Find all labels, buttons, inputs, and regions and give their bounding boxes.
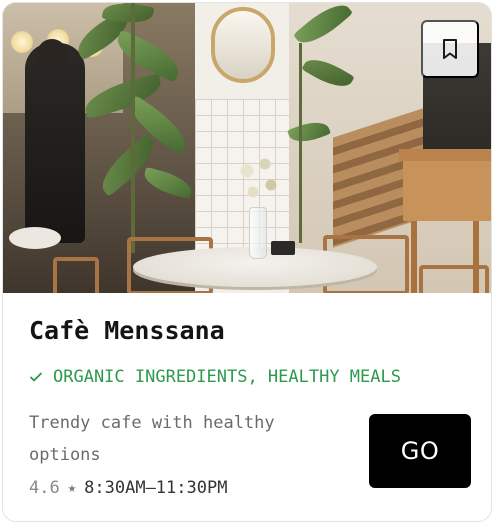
cafe-card[interactable]: Cafè Menssana ORGANIC INGREDIENTS, HEALT… bbox=[2, 2, 492, 522]
star-icon: ★ bbox=[67, 480, 77, 496]
cafe-meta: 4.6 ★ 8:30AM–11:30PM bbox=[29, 473, 227, 503]
bookmark-button[interactable] bbox=[421, 20, 479, 78]
check-icon bbox=[30, 372, 42, 382]
cafe-name: Cafè Menssana bbox=[29, 316, 225, 345]
bookmark-icon bbox=[443, 39, 457, 59]
rating-value: 4.6 bbox=[29, 478, 60, 498]
cafe-description: Trendy cafe with healthy options bbox=[29, 413, 275, 465]
opening-hours: 8:30AM–11:30PM bbox=[84, 478, 228, 498]
go-button[interactable]: GO bbox=[369, 414, 471, 488]
tag-row: ORGANIC INGREDIENTS, HEALTHY MEALS bbox=[29, 363, 469, 391]
cafe-photo bbox=[3, 3, 491, 293]
cafe-tag: ORGANIC INGREDIENTS, HEALTHY MEALS bbox=[53, 367, 401, 387]
